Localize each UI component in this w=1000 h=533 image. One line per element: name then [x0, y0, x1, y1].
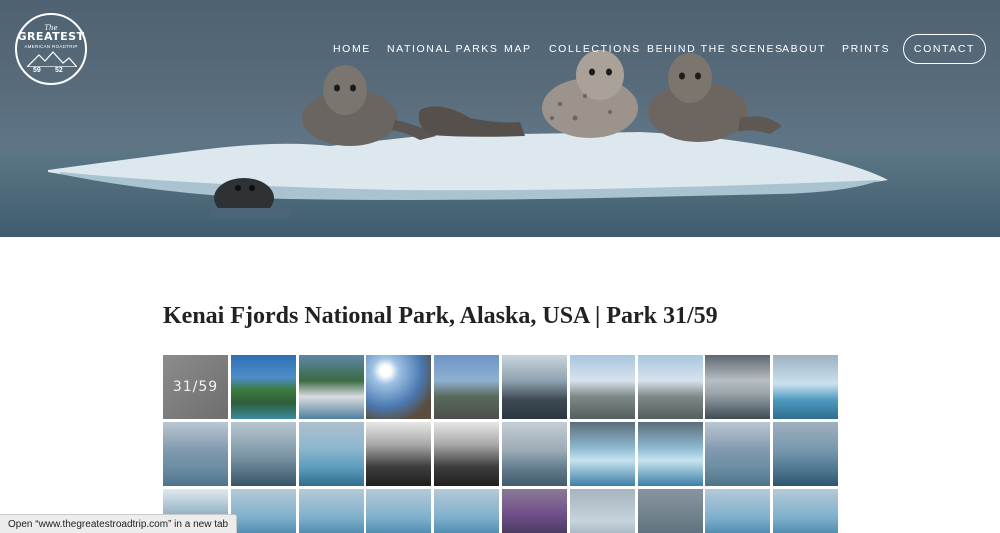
nav-map[interactable]: MAP [504, 43, 532, 55]
gallery-thumbnail[interactable] [230, 489, 296, 533]
gallery-thumbnail[interactable] [637, 489, 703, 533]
gallery-thumbnail[interactable] [569, 422, 635, 486]
gallery-thumbnail[interactable] [705, 355, 771, 419]
nav-prints[interactable]: PRINTS [842, 43, 890, 55]
nav-collections[interactable]: COLLECTIONS [549, 43, 641, 55]
gallery-thumbnail[interactable] [705, 422, 771, 486]
page-title: Kenai Fjords National Park, Alaska, USA … [163, 303, 718, 329]
gallery-thumbnail[interactable] [502, 422, 567, 486]
nav-home[interactable]: HOME [333, 43, 371, 55]
gallery-thumbnail[interactable] [434, 422, 500, 486]
gallery-thumbnail[interactable] [502, 355, 567, 419]
gallery-thumbnail[interactable] [230, 422, 296, 486]
gallery-thumbnail[interactable] [366, 355, 432, 419]
gallery-thumbnail[interactable] [773, 355, 839, 419]
gallery-thumbnail[interactable] [163, 422, 228, 486]
gallery-thumbnail[interactable] [366, 489, 432, 533]
nav-behind-the-scenes[interactable]: BEHIND THE SCENES [647, 43, 784, 55]
gallery-thumbnail[interactable] [434, 489, 500, 533]
gallery-thumbnail[interactable] [569, 489, 635, 533]
gallery-thumbnail[interactable] [298, 422, 364, 486]
gallery-thumbnail[interactable] [298, 355, 364, 419]
gallery-thumbnail[interactable] [569, 355, 635, 419]
nav-about[interactable]: ABOUT [782, 43, 826, 55]
gallery-thumbnail[interactable] [705, 489, 771, 533]
nav-national-parks[interactable]: NATIONAL PARKS [387, 43, 498, 55]
gallery-thumbnail[interactable] [298, 489, 364, 533]
gallery-thumbnail[interactable]: 31/59 [163, 355, 228, 419]
browser-status-bar: Open “www.thegreatestroadtrip.com” in a … [0, 514, 238, 533]
gallery-thumbnail[interactable] [366, 422, 432, 486]
gallery-thumbnail[interactable] [502, 489, 567, 533]
gallery-thumbnail[interactable] [773, 422, 839, 486]
gallery-thumbnail[interactable] [637, 422, 703, 486]
contact-button[interactable]: CONTACT [903, 34, 986, 64]
gallery-thumbnail[interactable] [773, 489, 839, 533]
thumbnail-park-number-label: 31/59 [172, 379, 219, 395]
photo-gallery: 31/59 [163, 355, 839, 533]
gallery-thumbnail[interactable] [230, 355, 296, 419]
gallery-thumbnail[interactable] [637, 355, 703, 419]
main-nav: HOME NATIONAL PARKS MAP COLLECTIONS BEHI… [0, 0, 1000, 100]
gallery-thumbnail[interactable] [434, 355, 500, 419]
hero-banner: The GREATEST AMERICAN ROADTRIP 59 52 HOM… [0, 0, 1000, 237]
